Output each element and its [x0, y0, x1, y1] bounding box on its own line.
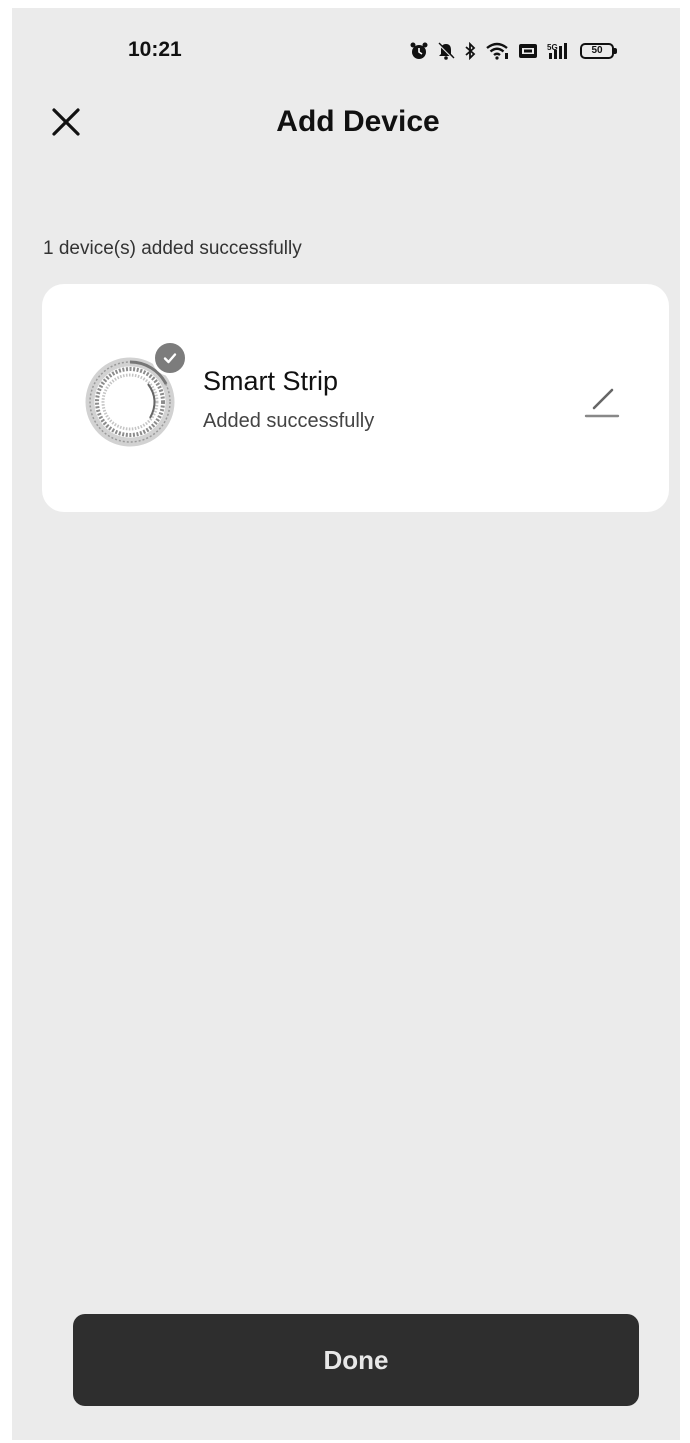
- edit-icon: [584, 388, 620, 418]
- volte-icon: [519, 44, 537, 58]
- device-card: Smart Strip Added successfully: [42, 284, 669, 512]
- bluetooth-icon: [465, 42, 476, 60]
- status-icons: 5G 50: [410, 38, 617, 64]
- added-count-label: 1 device(s) added successfully: [43, 238, 302, 259]
- success-badge: [152, 340, 188, 376]
- page-title: Add Device: [276, 105, 440, 138]
- edit-device-name-button[interactable]: [576, 376, 628, 428]
- cellular-signal-icon: 5G: [547, 43, 567, 59]
- wifi-icon: [486, 42, 508, 60]
- header: Add Device: [12, 88, 680, 158]
- check-icon: [163, 353, 177, 364]
- done-button[interactable]: Done: [73, 1314, 639, 1406]
- status-time: 10:21: [128, 38, 182, 61]
- status-bar: 10:21 5G 50: [12, 8, 680, 88]
- device-name: Smart Strip: [203, 366, 339, 396]
- add-device-screen: 10:21 5G 50 Add Device 1 device(s) added…: [12, 8, 680, 1440]
- device-status: Added successfully: [203, 410, 375, 432]
- mute-icon: [438, 42, 455, 60]
- battery-icon: 50: [580, 43, 617, 59]
- alarm-icon: [410, 42, 428, 59]
